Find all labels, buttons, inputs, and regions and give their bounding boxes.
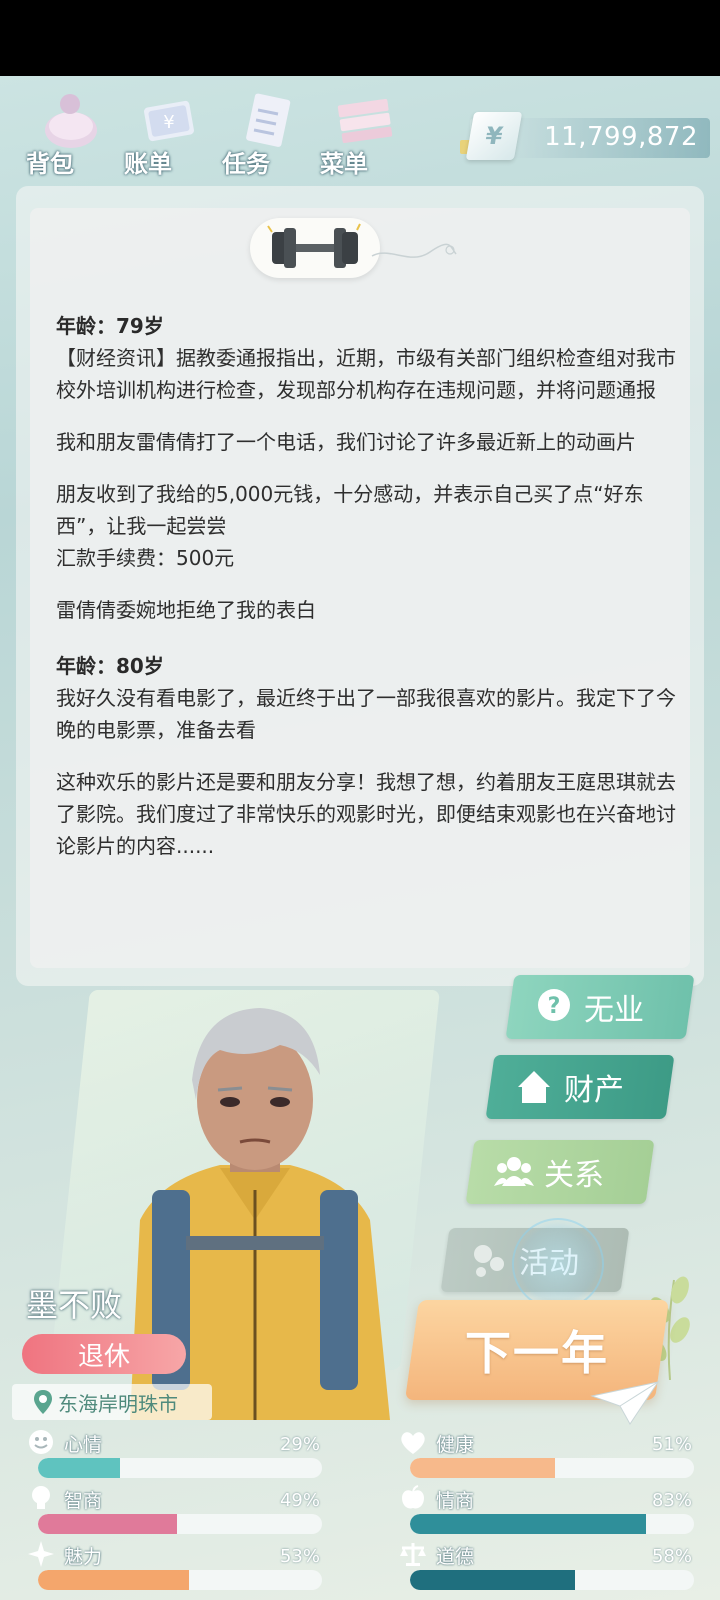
stat-percent: 51% <box>651 1434 692 1455</box>
stat-percent: 29% <box>279 1434 320 1455</box>
question-icon: ? <box>532 985 576 1029</box>
life-log-text: 年龄：79岁 【财经资讯】据教委通报指出，近期，市级有关部门组织检查组对我市校外… <box>56 310 676 886</box>
nav-bill-label: 账单 <box>124 150 172 178</box>
log-paragraph: 这种欢乐的影片还是要和朋友分享！我想了想，约着朋友王庭思琪就去了影院。我们度过了… <box>56 770 676 858</box>
asset-label: 财产 <box>564 1073 624 1108</box>
money-value: 11,799,872 <box>544 122 698 152</box>
stat-percent: 49% <box>279 1490 320 1511</box>
career-status-badge[interactable]: 退休 <box>22 1334 186 1374</box>
stat-label: 道德 <box>436 1546 475 1568</box>
log-entry-79: 年龄：79岁 【财经资讯】据教委通报指出，近期，市级有关部门组织检查组对我市校外… <box>56 310 676 626</box>
status-bar <box>0 0 720 76</box>
nav-backpack-label: 背包 <box>26 150 74 178</box>
relation-button[interactable]: 关系 <box>465 1140 655 1204</box>
stat-label: 心情 <box>64 1434 103 1456</box>
stat-iq: 智商 49% <box>18 1484 328 1536</box>
age-heading: 年龄：80岁 <box>56 654 164 678</box>
people-icon <box>492 1150 536 1194</box>
stat-charm: 魅力 53% <box>18 1540 328 1592</box>
stat-percent: 58% <box>651 1546 692 1567</box>
dumbbell-icon <box>267 223 361 268</box>
life-log-panel: 年龄：79岁 【财经资讯】据教委通报指出，近期，市级有关部门组织检查组对我市校外… <box>16 186 704 986</box>
menu-icon <box>337 98 393 144</box>
stat-percent: 53% <box>279 1546 320 1567</box>
nav-task-button[interactable]: 任务 <box>216 80 312 180</box>
bulb-icon <box>32 1486 50 1509</box>
bubbles-icon <box>467 1238 511 1282</box>
life-log-inner[interactable]: 年龄：79岁 【财经资讯】据教委通报指出，近期，市级有关部门组织检查组对我市校外… <box>30 208 690 968</box>
stat-label: 健康 <box>436 1434 475 1456</box>
log-paragraph: 朋友收到了我给的5,000元钱，十分感动，并表示自己买了点“好东西”，让我一起尝… <box>56 482 644 570</box>
stat-fill <box>410 1570 575 1590</box>
svg-text:¥: ¥ <box>163 112 174 133</box>
yen-icon: ¥ <box>465 112 523 160</box>
nav-menu-label: 菜单 <box>320 150 368 178</box>
log-paragraph: 【财经资讯】据教委通报指出，近期，市级有关部门组织检查组对我市校外培训机构进行检… <box>56 346 676 402</box>
age-heading: 年龄：79岁 <box>56 314 164 338</box>
stat-bar <box>38 1458 322 1478</box>
location-pin-icon <box>34 1390 52 1414</box>
stat-bar <box>410 1570 694 1590</box>
stat-bar <box>410 1458 694 1478</box>
scale-icon <box>400 1543 426 1566</box>
log-paragraph: 我和朋友雷倩倩打了一个电话，我们讨论了许多最近新上的动画片 <box>56 430 636 454</box>
stat-mood: 心情 29% <box>18 1428 328 1480</box>
stat-label: 魅力 <box>64 1546 103 1568</box>
stat-fill <box>38 1570 189 1590</box>
money-display: ¥ 11,799,872 <box>460 112 710 160</box>
bill-icon: ¥ <box>144 100 194 142</box>
stat-fill <box>38 1514 178 1534</box>
stat-bar <box>410 1514 694 1534</box>
activity-glow <box>512 1218 604 1310</box>
location-label: 东海岸明珠市 <box>58 1391 178 1416</box>
smile-icon <box>29 1430 53 1454</box>
nav-backpack-button[interactable]: 背包 <box>20 80 116 180</box>
nav-bill-button[interactable]: ¥ 账单 <box>118 80 214 180</box>
apple-icon <box>402 1485 424 1509</box>
next-year-label: 下一年 <box>465 1326 609 1380</box>
house-icon <box>512 1065 556 1109</box>
stat-fill <box>410 1514 646 1534</box>
stat-morality: 道德 58% <box>390 1540 700 1592</box>
asset-button[interactable]: 财产 <box>485 1055 675 1119</box>
stat-bar <box>38 1570 322 1590</box>
character-name: 墨不败 <box>26 1286 123 1324</box>
stat-label: 智商 <box>64 1490 103 1512</box>
stat-fill <box>410 1458 555 1478</box>
stat-eq: 情商 83% <box>390 1484 700 1536</box>
stat-bar <box>38 1514 322 1534</box>
log-paragraph: 我好久没有看电影了，最近终于出了一部我很喜欢的影片。我定下了今晚的电影票，准备去… <box>56 686 676 742</box>
dumbbell-badge <box>250 218 380 278</box>
task-icon <box>246 93 291 147</box>
location-badge: 东海岸明珠市 <box>12 1384 212 1420</box>
svg-text:?: ? <box>548 994 561 1019</box>
swirl-decoration <box>371 243 457 258</box>
job-label: 无业 <box>584 993 644 1028</box>
stat-percent: 83% <box>651 1490 692 1511</box>
paper-plane-icon <box>590 1381 660 1425</box>
stat-fill <box>38 1458 121 1478</box>
log-paragraph: 雷倩倩委婉地拒绝了我的表白 <box>56 598 316 622</box>
stats-panel: 心情 29% 健康 51% 智商 49% 情商 83% 魅力 53% 道德 58… <box>18 1428 702 1600</box>
sparkle-icon <box>28 1541 54 1567</box>
job-button[interactable]: ? 无业 <box>505 975 695 1039</box>
top-nav: 背包 ¥ 账单 任务 菜单 ¥ 11,799,872 <box>0 80 720 180</box>
stat-label: 情商 <box>436 1490 475 1512</box>
career-status-label: 退休 <box>77 1341 130 1372</box>
log-entry-80: 年龄：80岁 我好久没有看电影了，最近终于出了一部我很喜欢的影片。我定下了今晚的… <box>56 650 676 862</box>
nav-task-label: 任务 <box>222 150 270 178</box>
heart-icon <box>401 1432 425 1454</box>
backpack-icon <box>45 94 97 148</box>
stat-health: 健康 51% <box>390 1428 700 1480</box>
relation-label: 关系 <box>544 1158 604 1193</box>
nav-menu-button[interactable]: 菜单 <box>314 80 410 180</box>
